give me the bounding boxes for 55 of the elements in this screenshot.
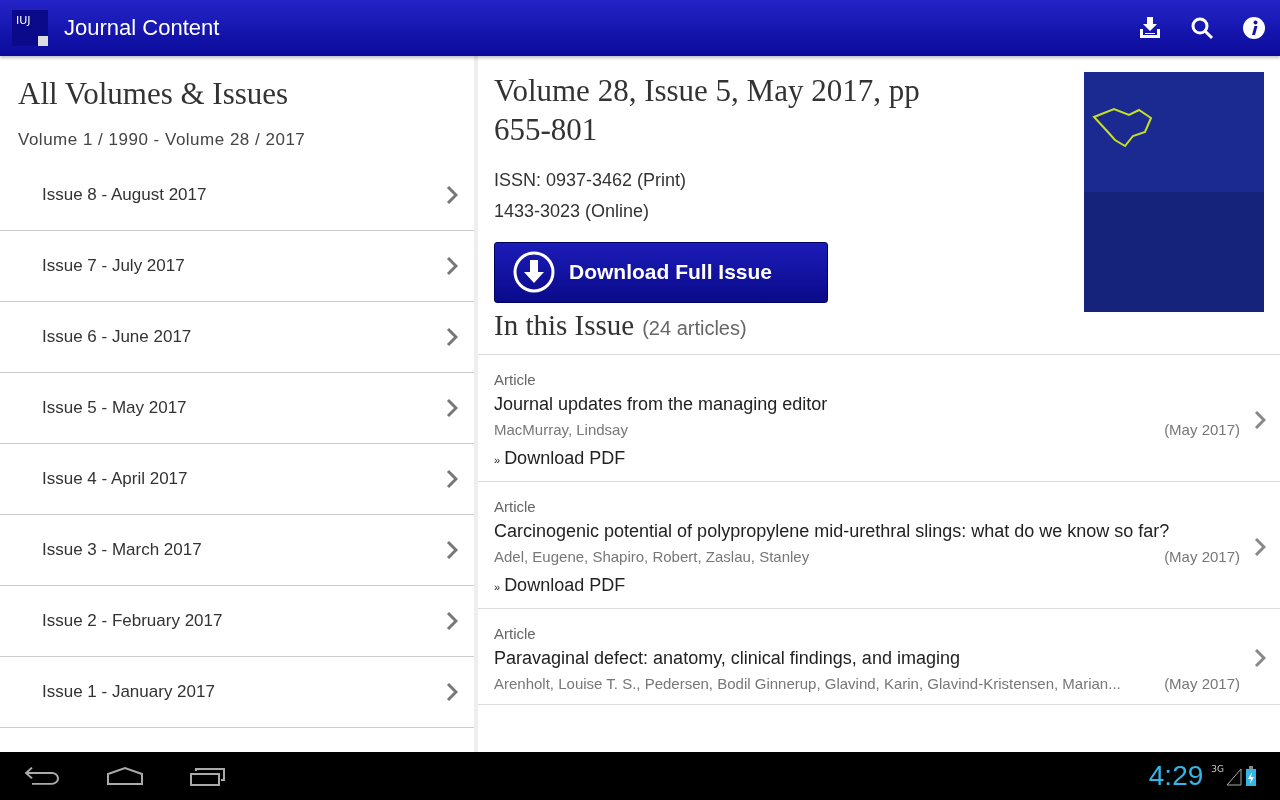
- article-type: Article: [494, 370, 536, 388]
- home-icon[interactable]: [106, 766, 144, 786]
- article-title: Carcinogenic potential of polypropylene mid-urethral slings: what do we know so far?: [494, 520, 1170, 542]
- article-title: Paravaginal defect: anatomy, clinical findings, and imaging: [494, 647, 960, 669]
- download-full-issue-button[interactable]: Download Full Issue: [494, 241, 828, 303]
- network-type: 3G: [1211, 764, 1224, 774]
- article-item[interactable]: Article Carcinogenic potential of polypropylene mid-urethral slings: what do we know so far? Adel, Eugene, Shapiro, Robert, Zaslau, Stanley (May 2017) » Download PDF: [478, 481, 1280, 609]
- article-title: Journal updates from the managing editor: [494, 393, 828, 415]
- chevron-right-icon: [446, 398, 458, 418]
- battery-charging-icon: [1246, 766, 1256, 786]
- download-pdf-link[interactable]: » Download PDF: [494, 574, 626, 596]
- info-icon[interactable]: [1240, 14, 1268, 42]
- article-type: Article: [494, 497, 536, 515]
- sidebar-heading: All Volumes & Issues: [18, 76, 290, 112]
- article-item[interactable]: Article Paravaginal defect: anatomy, clinical findings, and imaging Arenholt, Louise T. S., Pedersen, Bodil Ginnerup, Glavind, Karin, Glavind-Kristensen, Marian... (May 2017): [478, 608, 1280, 705]
- article-type: Article: [494, 624, 536, 642]
- chevron-right-icon: [446, 611, 458, 631]
- download-circle-icon: [513, 251, 555, 293]
- download-pdf-link[interactable]: » Download PDF: [494, 447, 626, 469]
- issue-title: Volume 28, Issue 5, May 2017, pp 655-801: [494, 72, 921, 149]
- article-date: (May 2017): [1164, 420, 1240, 438]
- back-icon[interactable]: [24, 765, 60, 787]
- article-date: (May 2017): [1164, 547, 1240, 565]
- issue-item[interactable]: Issue 4 - April 2017: [0, 444, 474, 515]
- section-heading: In this Issue: [494, 308, 635, 342]
- journal-logo[interactable]: IUJ: [12, 10, 48, 46]
- article-date: (May 2017): [1164, 674, 1240, 692]
- issue-item[interactable]: Issue 1 - January 2017: [0, 657, 474, 728]
- issue-item[interactable]: Issue 7 - July 2017: [0, 231, 474, 302]
- article-count: (24 articles): [642, 316, 747, 340]
- app-title: Journal Content: [64, 15, 221, 41]
- issue-item[interactable]: Issue 5 - May 2017: [0, 373, 474, 444]
- clock: 4:29: [1148, 760, 1204, 792]
- article-authors: Adel, Eugene, Shapiro, Robert, Zaslau, Stanley: [494, 547, 810, 565]
- chevron-right-icon: [446, 540, 458, 560]
- issue-item[interactable]: Issue 6 - June 2017: [0, 302, 474, 373]
- volume-range: Volume 1 / 1990 - Volume 28 / 2017: [18, 130, 307, 150]
- chevron-right-icon: [446, 327, 458, 347]
- signal-icon: [1226, 766, 1242, 786]
- chevron-right-icon: [446, 185, 458, 205]
- issue-item[interactable]: Issue 3 - March 2017: [0, 515, 474, 586]
- chevron-right-icon: [446, 682, 458, 702]
- chevron-right-icon: [446, 469, 458, 489]
- recent-apps-icon[interactable]: [190, 766, 226, 786]
- chevron-right-icon: [1254, 409, 1266, 430]
- issue-item[interactable]: Issue 2 - February 2017: [0, 586, 474, 657]
- chevron-right-icon: [1254, 536, 1266, 557]
- issn-print: ISSN: 0937-3462 (Print): [494, 169, 688, 191]
- chevron-right-icon: [1254, 648, 1266, 668]
- article-authors: Arenholt, Louise T. S., Pedersen, Bodil Ginnerup, Glavind, Karin, Glavind-Kristensen, Marian...: [494, 674, 1121, 692]
- issn-online: 1433-3023 (Online): [494, 200, 651, 222]
- issue-item[interactable]: Issue 8 - August 2017: [0, 160, 474, 231]
- article-item[interactable]: Article Journal updates from the managing editor MacMurray, Lindsay (May 2017) » Download PDF: [478, 354, 1280, 482]
- article-authors: MacMurray, Lindsay: [494, 420, 628, 438]
- chevron-right-icon: [446, 256, 458, 276]
